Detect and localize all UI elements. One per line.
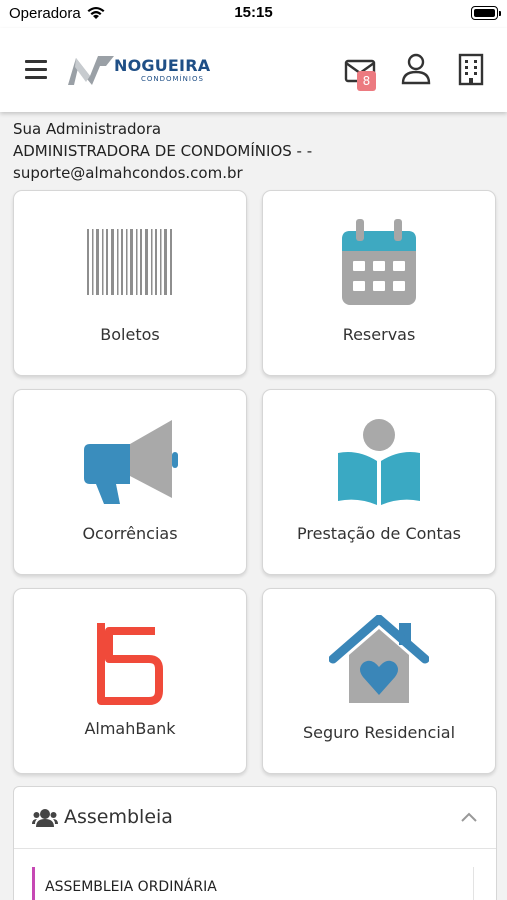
- clock: 15:15: [234, 4, 273, 21]
- assembleia-panel: Assembleia ASSEMBLEIA ORDINÁRIA: [13, 786, 497, 900]
- almahbank-logo-icon: [97, 623, 163, 705]
- house-heart-icon: [329, 615, 429, 703]
- user-profile-icon[interactable]: [399, 52, 433, 86]
- mail-count-badge: 8: [357, 71, 376, 91]
- chevron-up-icon[interactable]: [460, 811, 478, 823]
- card-prestacao-de-contas[interactable]: Prestação de Contas: [262, 389, 496, 575]
- admin-name: ADMINISTRADORA DE CONDOMÍNIOS - -: [13, 142, 313, 160]
- megaphone-icon: [84, 420, 178, 504]
- assembleia-title: Assembleia: [64, 806, 173, 828]
- barcode-icon: [87, 229, 172, 295]
- assembleia-item[interactable]: ASSEMBLEIA ORDINÁRIA: [32, 867, 474, 900]
- card-seguro-residencial[interactable]: Seguro Residencial: [262, 588, 496, 774]
- card-reservas[interactable]: Reservas: [262, 190, 496, 376]
- card-label: Prestação de Contas: [297, 524, 461, 543]
- card-label: Boletos: [100, 325, 160, 344]
- users-icon: [32, 809, 58, 827]
- battery-icon: [471, 6, 501, 20]
- building-icon[interactable]: [454, 52, 488, 86]
- book-reader-icon: [338, 419, 420, 505]
- card-label: Seguro Residencial: [302, 723, 456, 742]
- assembleia-header[interactable]: Assembleia: [14, 787, 496, 849]
- admin-heading: Sua Administradora: [13, 120, 162, 138]
- nogueira-logo: NOGUEIRA CONDOMÍNIOS: [66, 50, 216, 90]
- hamburger-menu-icon[interactable]: [25, 60, 47, 79]
- status-bar: Operadora 15:15: [0, 0, 507, 28]
- card-label: AlmahBank: [84, 719, 176, 738]
- card-boletos[interactable]: Boletos: [13, 190, 247, 376]
- card-almahbank[interactable]: AlmahBank: [13, 588, 247, 774]
- admin-email[interactable]: suporte@almahcondos.com.br: [13, 162, 312, 184]
- assembleia-item-label: ASSEMBLEIA ORDINÁRIA: [45, 879, 217, 895]
- nogueira-mark-icon: [68, 56, 114, 85]
- admin-info: Sua Administradora ADMINISTRADORA DE CON…: [13, 118, 312, 184]
- card-label: Reservas: [342, 325, 416, 344]
- card-label: Ocorrências: [82, 524, 178, 543]
- calendar-icon: [342, 219, 416, 305]
- logo-name: NOGUEIRA: [114, 56, 211, 75]
- logo-tagline: CONDOMÍNIOS: [141, 75, 204, 83]
- app-header: NOGUEIRA CONDOMÍNIOS 8: [0, 28, 507, 112]
- card-ocorrencias[interactable]: Ocorrências: [13, 389, 247, 575]
